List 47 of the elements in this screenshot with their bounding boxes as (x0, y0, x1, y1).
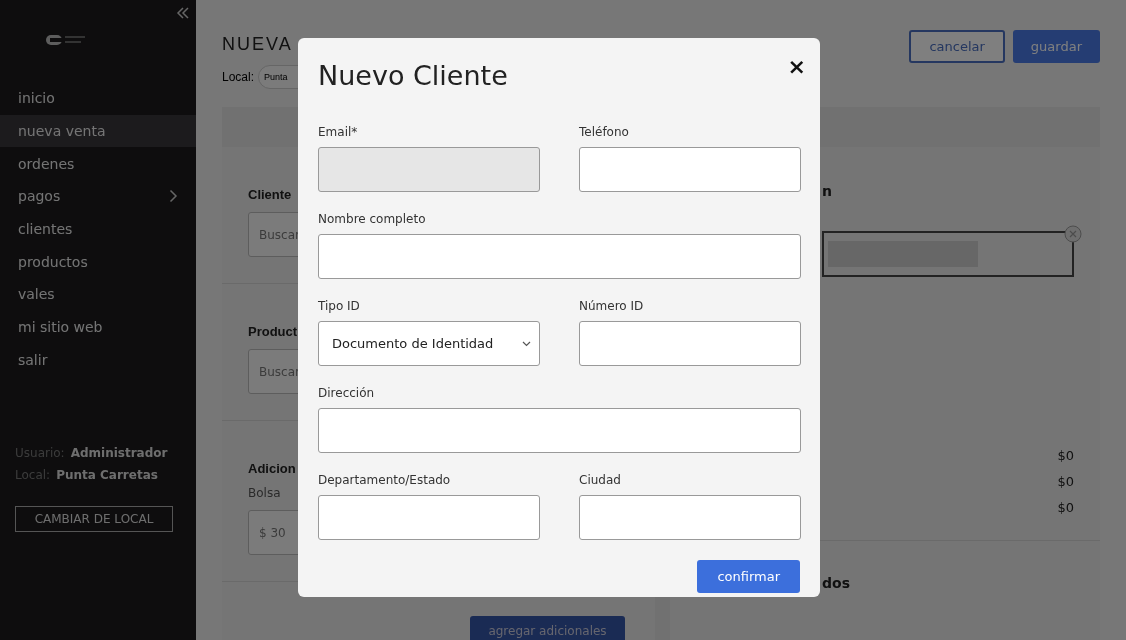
field-label: Email* (318, 125, 359, 139)
change-store-button[interactable]: CAMBIAR DE LOCAL (15, 506, 173, 533)
nav-item[interactable]: clientes (0, 212, 196, 246)
section-heading: Cliente (248, 187, 293, 202)
nav-item[interactable]: pagos (0, 180, 196, 213)
add-extras-button[interactable]: agregar adicionales (470, 616, 625, 640)
field-label: Nombre completo (318, 212, 427, 226)
store-name: Punta Carretas (56, 468, 158, 483)
input-field[interactable] (579, 321, 801, 366)
confirm-button[interactable]: confirmar (697, 560, 800, 593)
nav-item[interactable]: vales (0, 278, 196, 311)
field-label: Número ID (579, 299, 645, 313)
field-label: Ciudad (579, 473, 622, 487)
total-amount: $0 (1057, 499, 1074, 516)
nav-item[interactable]: ordenes (0, 147, 196, 181)
nav-item[interactable]: mi sitio web (0, 310, 196, 344)
input-field[interactable] (318, 495, 540, 540)
field-label: Teléfono (579, 125, 630, 139)
input-field[interactable] (318, 234, 801, 279)
store-label: Local: (222, 70, 255, 84)
collapse-icon[interactable] (176, 6, 190, 20)
caret-icon (522, 340, 531, 347)
nav-item[interactable]: productos (0, 245, 196, 279)
section-heading: Adicion (248, 461, 297, 476)
save-button[interactable]: guardar (1012, 30, 1100, 63)
field-label: Dirección (318, 386, 376, 400)
input-field[interactable] (318, 147, 540, 192)
input-field[interactable] (318, 408, 801, 453)
nav-item[interactable]: inicio (0, 82, 196, 115)
section-heading: dos (822, 575, 851, 591)
total-amount: $0 (1057, 447, 1074, 464)
input-field[interactable] (579, 495, 801, 540)
nav-item[interactable]: nueva venta (0, 114, 196, 148)
field-label: Departamento/Estado (318, 473, 452, 487)
close-button[interactable]: × (785, 56, 808, 78)
field-label: Tipo ID (318, 299, 361, 313)
section-heading: n (822, 183, 833, 199)
total-amount: $0 (1057, 473, 1074, 490)
field-label: Bolsa (248, 486, 282, 500)
input-field[interactable] (579, 147, 801, 192)
nav-item[interactable]: salir (0, 343, 196, 377)
user-name: Administrador (70, 446, 168, 461)
section-heading: Product (248, 324, 299, 339)
remove-icon[interactable] (1064, 225, 1082, 243)
id-type-select[interactable]: Documento de Identidad (318, 321, 540, 366)
cancel-button[interactable]: cancelar (909, 30, 1005, 63)
page-title: NUEVA (222, 34, 293, 55)
